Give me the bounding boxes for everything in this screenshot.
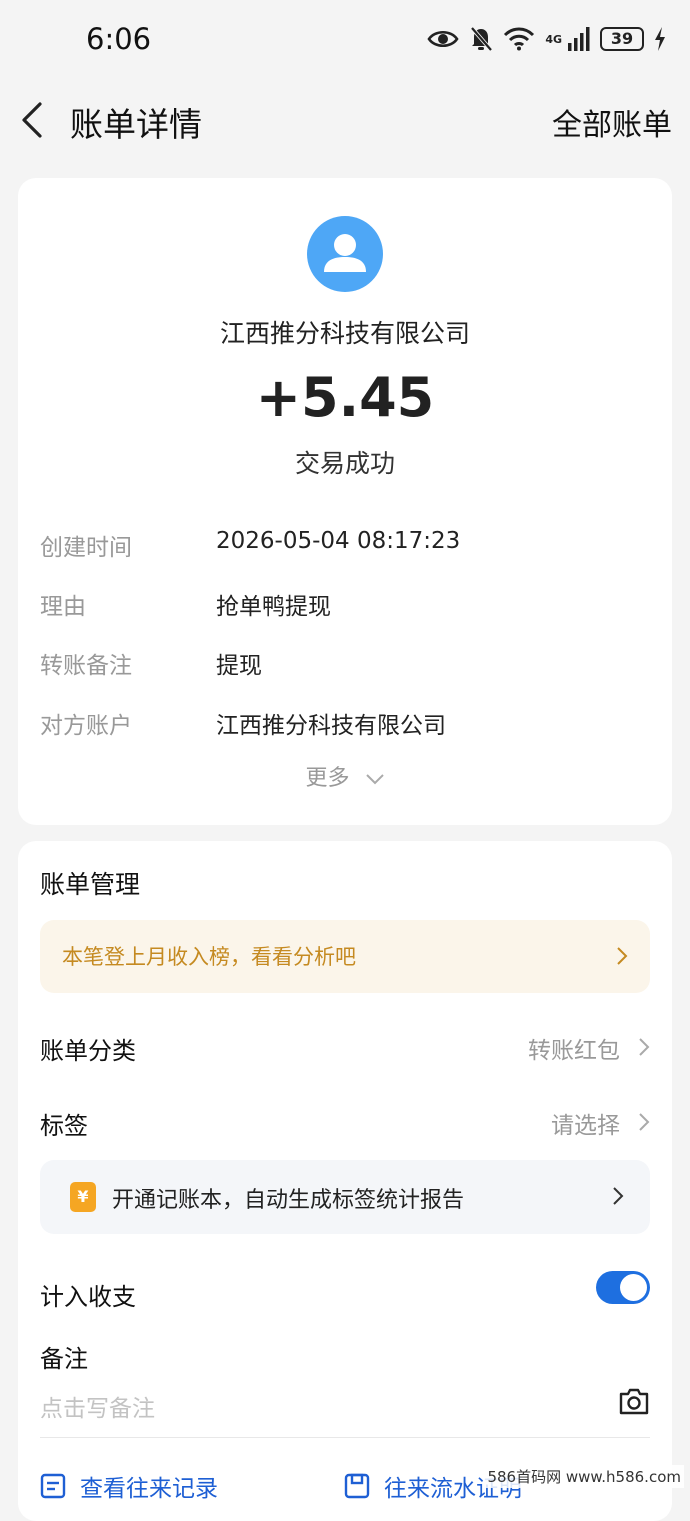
- user-icon: [324, 234, 366, 272]
- promo-text: 本笔登上月收入榜，看看分析吧: [62, 945, 356, 969]
- eye-icon: [427, 30, 459, 48]
- more-toggle[interactable]: 更多: [18, 760, 672, 792]
- ledger-yuan-icon: ¥: [70, 1182, 96, 1212]
- charging-icon: [655, 27, 665, 51]
- battery-level: 39: [610, 29, 634, 48]
- category-label: 账单分类: [40, 1037, 136, 1065]
- battery-icon: 39: [600, 27, 644, 51]
- payee-avatar: [307, 216, 383, 292]
- chevron-right-icon: [639, 1038, 650, 1056]
- chevron-right-icon: [617, 947, 628, 965]
- payee-name: 江西推分科技有限公司: [219, 319, 470, 348]
- detail-value: 抢单鸭提现: [216, 594, 331, 620]
- category-value: 转账红包: [528, 1038, 620, 1064]
- remark-input[interactable]: 点击写备注: [40, 1389, 155, 1423]
- page-title: 账单详情: [70, 105, 202, 144]
- detail-value: 提现: [216, 653, 262, 679]
- more-label: 更多: [305, 766, 350, 791]
- transaction-amount: +5.45: [255, 366, 435, 429]
- detail-label: 理由: [40, 594, 86, 620]
- status-bar: 6:06 4G 39: [0, 0, 690, 80]
- tag-label: 标签: [40, 1112, 88, 1140]
- detail-row-created-time: 创建时间 2026-05-04 08:17:23: [40, 528, 650, 568]
- signal-icon: [568, 27, 590, 51]
- chevron-right-icon: [613, 1187, 624, 1205]
- detail-label: 创建时间: [40, 535, 132, 561]
- ledger-banner[interactable]: ¥ 开通记账本，自动生成标签统计报告: [40, 1160, 650, 1234]
- document-icon: [344, 1473, 370, 1499]
- transaction-card: 江西推分科技有限公司 +5.45 交易成功 创建时间 2026-05-04 08…: [18, 178, 672, 825]
- section-title: 账单管理: [40, 870, 141, 899]
- detail-label: 对方账户: [40, 713, 132, 739]
- income-rank-banner[interactable]: 本笔登上月收入榜，看看分析吧: [40, 920, 650, 993]
- status-time: 6:06: [86, 22, 152, 56]
- include-in-stats-row: 计入收支: [40, 1271, 650, 1315]
- back-button[interactable]: [16, 98, 56, 142]
- chevron-left-icon: [22, 102, 42, 138]
- toggle-knob: [620, 1274, 647, 1301]
- watermark: 586首码网 www.h586.com: [484, 1465, 684, 1488]
- chevron-right-icon: [639, 1113, 650, 1131]
- status-icons: 4G 39: [427, 26, 666, 52]
- camera-icon[interactable]: [618, 1387, 650, 1415]
- list-icon: [40, 1473, 66, 1499]
- app-header: 账单详情 全部账单: [0, 80, 690, 160]
- include-label: 计入收支: [40, 1283, 136, 1311]
- detail-value: 江西推分科技有限公司: [216, 713, 446, 739]
- detail-label: 转账备注: [40, 653, 132, 679]
- view-records-link[interactable]: 查看往来记录: [40, 1469, 218, 1503]
- detail-row-reason: 理由 抢单鸭提现: [40, 587, 650, 627]
- tag-value: 请选择: [551, 1113, 620, 1139]
- tag-row[interactable]: 标签 请选择: [40, 1100, 650, 1144]
- all-bills-link[interactable]: 全部账单: [552, 100, 672, 144]
- detail-value: 2026-05-04 08:17:23: [216, 528, 461, 554]
- detail-row-transfer-note: 转账备注 提现: [40, 646, 650, 686]
- ledger-text: 开通记账本，自动生成标签统计报告: [112, 1188, 465, 1213]
- bill-category-row[interactable]: 账单分类 转账红包: [40, 1025, 650, 1069]
- wifi-icon: [504, 27, 535, 51]
- view-records-label: 查看往来记录: [80, 1476, 218, 1502]
- network-type-label: 4G: [545, 32, 562, 46]
- bell-muted-icon: [470, 26, 493, 52]
- transaction-status: 交易成功: [294, 449, 395, 478]
- divider: [40, 1437, 650, 1438]
- bill-management-card: 账单管理 本笔登上月收入榜，看看分析吧 账单分类 转账红包 标签 请选择 ¥ 开…: [18, 841, 672, 1521]
- include-toggle[interactable]: [596, 1271, 650, 1304]
- chevron-down-icon: [365, 774, 384, 785]
- detail-row-counterparty: 对方账户 江西推分科技有限公司: [40, 706, 650, 746]
- remark-label: 备注: [40, 1345, 88, 1373]
